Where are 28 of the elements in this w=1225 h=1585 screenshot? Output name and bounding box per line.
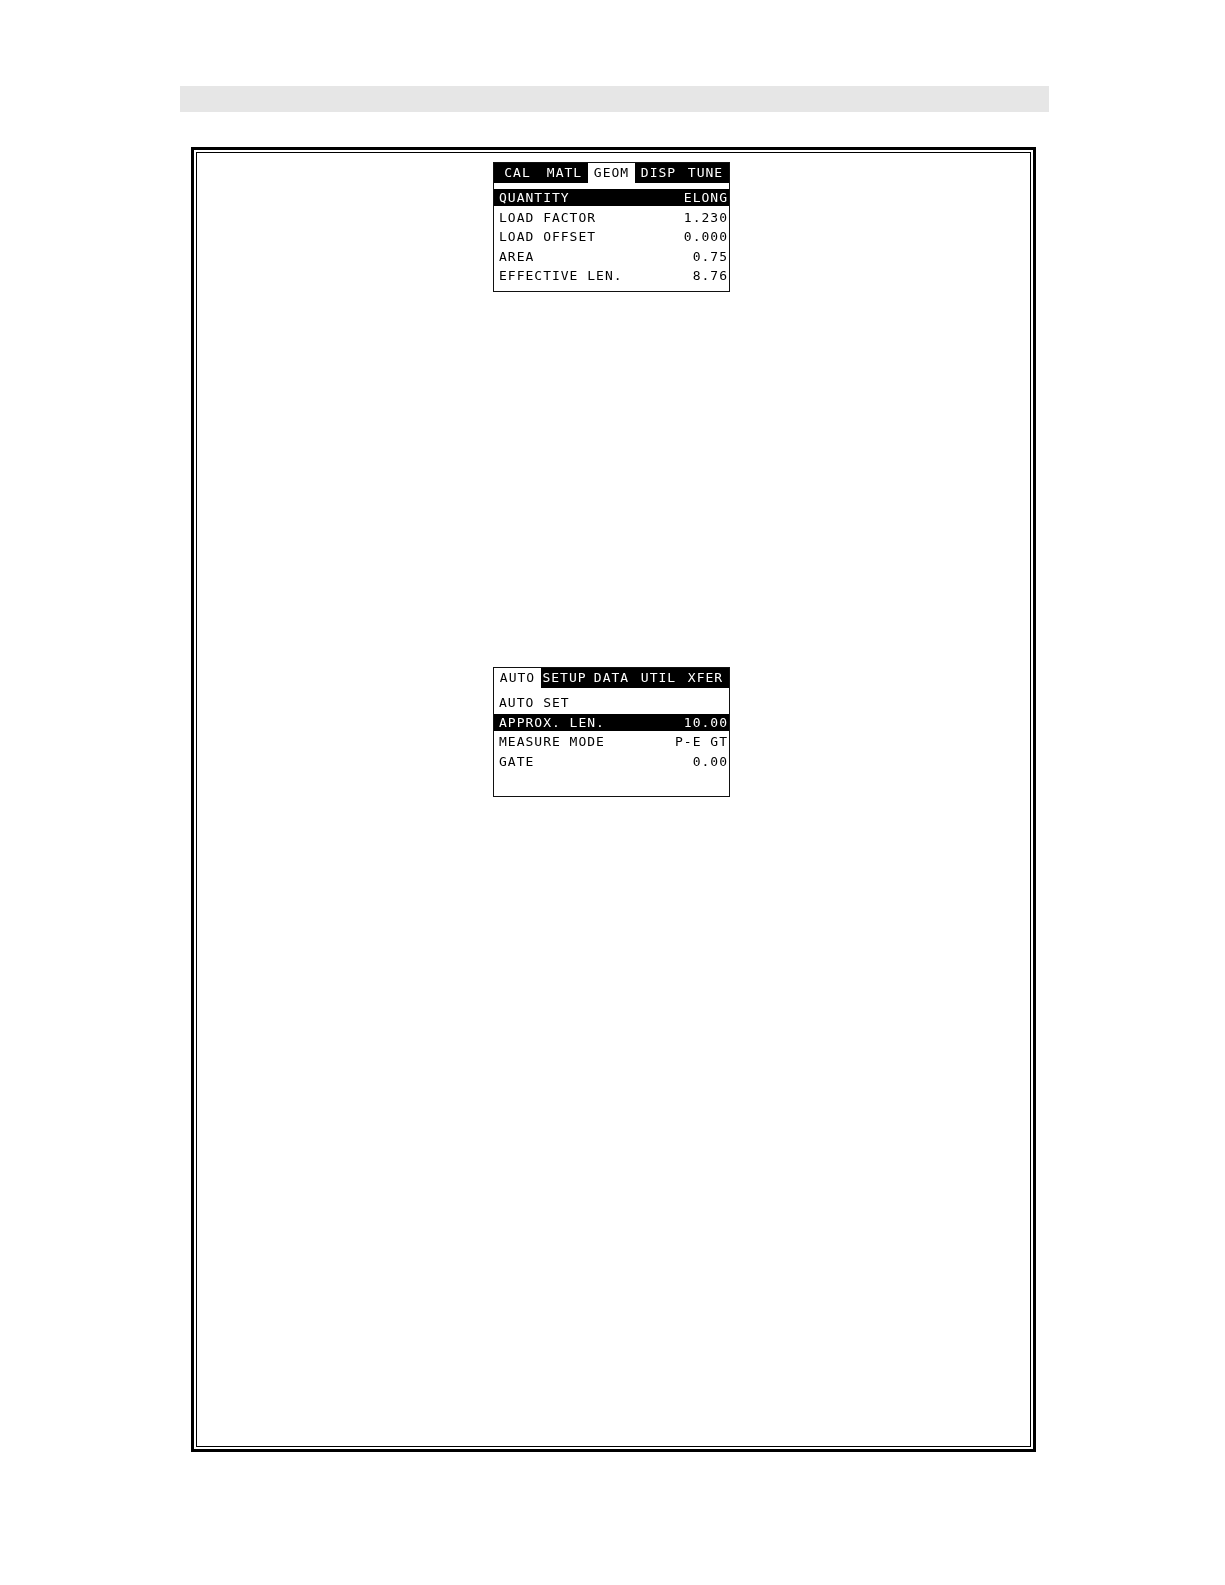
setting-label: QUANTITY <box>499 189 570 206</box>
setting-label: MEASURE MODE <box>499 733 605 750</box>
setting-label: APPROX. LEN. <box>499 713 605 731</box>
menu-row[interactable]: APPROX. LEN. 10.00 <box>494 713 729 731</box>
menu-row[interactable]: GATE 0.00 <box>494 752 729 770</box>
setting-value: 0.000 <box>683 228 728 245</box>
menu-tab[interactable]: AUTO <box>494 668 541 688</box>
menu-tab[interactable]: GEOM <box>588 163 635 183</box>
setting-label: AUTO SET <box>499 694 570 711</box>
menu-row[interactable]: AREA 0.75 <box>494 247 729 265</box>
setting-value: ELONG <box>683 189 728 206</box>
menu-row[interactable]: MEASURE MODE P-E GT <box>494 733 729 750</box>
menu-row[interactable]: AUTO SET <box>494 694 729 711</box>
setting-value: 10.00 <box>683 713 728 731</box>
setting-label: EFFECTIVE LEN. <box>499 267 623 284</box>
setting-value: 1.230 <box>683 208 728 226</box>
setting-value: 0.00 <box>692 752 728 770</box>
setting-label: LOAD FACTOR <box>499 208 597 226</box>
menu-row[interactable]: EFFECTIVE LEN. 8.76 <box>494 267 729 284</box>
menu-row[interactable]: QUANTITY ELONG <box>494 189 729 206</box>
setting-label: LOAD OFFSET <box>499 228 597 245</box>
menu-row[interactable]: LOAD OFFSET 0.000 <box>494 228 729 245</box>
setting-value: 0.75 <box>692 247 728 265</box>
setting-label: GATE <box>499 752 535 770</box>
setting-label: AREA <box>499 247 535 265</box>
setting-value: 8.76 <box>692 267 728 284</box>
menu-row[interactable]: LOAD FACTOR 1.230 <box>494 208 729 226</box>
setting-value: P-E GT <box>675 733 728 750</box>
